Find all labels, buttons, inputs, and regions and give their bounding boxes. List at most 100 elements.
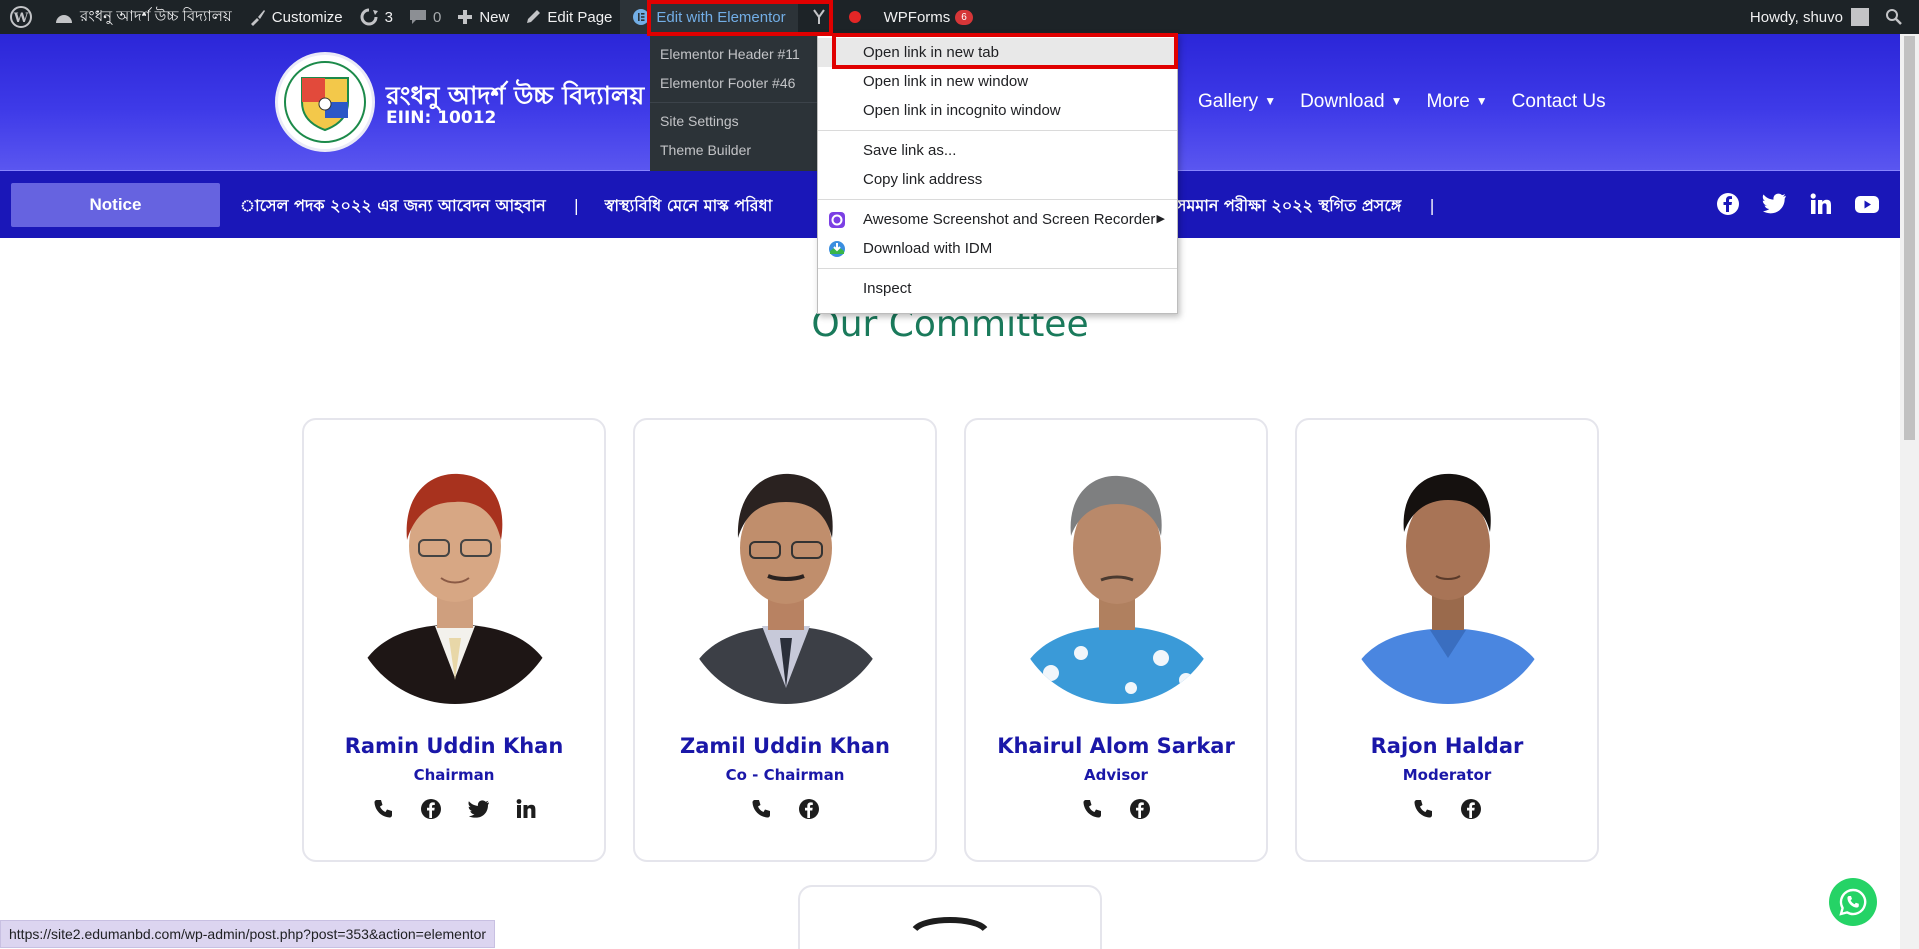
avatar: [1851, 8, 1869, 26]
member-card: Ramin Uddin Khan Chairman: [302, 418, 606, 862]
chevron-down-icon: ▼: [1475, 94, 1488, 108]
ticker-divider: |: [1429, 196, 1435, 215]
customize-label: Customize: [271, 8, 343, 26]
phone-icon[interactable]: [1412, 798, 1434, 820]
new-content-button[interactable]: New: [449, 0, 517, 34]
whatsapp-icon: [1839, 888, 1867, 916]
chevron-down-icon: ▼: [1264, 94, 1277, 108]
wp-admin-bar: W রংধনু আদর্শ উচ্চ বিদ্যালয় Customize 3…: [0, 0, 1919, 34]
facebook-icon[interactable]: [1716, 192, 1740, 216]
comments-button[interactable]: 0: [401, 0, 449, 34]
menu-open-incognito[interactable]: Open link in incognito window: [818, 96, 1177, 125]
seo-indicator[interactable]: [798, 0, 840, 34]
menu-open-new-tab[interactable]: Open link in new tab: [818, 38, 1177, 67]
member-photo: [349, 448, 561, 704]
edit-elementor-label: Edit with Elementor: [656, 8, 786, 26]
member-name: Khairul Alom Sarkar: [997, 734, 1235, 758]
linkedin-icon[interactable]: [516, 798, 536, 820]
notice-item[interactable]: াসেল পদক ২০২২ এর জন্য আবেদন আহবান: [240, 196, 546, 215]
updates-count: 3: [384, 8, 393, 26]
customize-button[interactable]: Customize: [240, 0, 351, 34]
facebook-icon[interactable]: [420, 798, 442, 820]
brush-icon: [250, 10, 265, 26]
menu-awesome-screenshot[interactable]: Awesome Screenshot and Screen Recorder ▶: [818, 205, 1177, 234]
submenu-arrow-icon: ▶: [1156, 213, 1165, 225]
ticker-divider: |: [573, 196, 580, 215]
linkedin-icon[interactable]: [1810, 192, 1832, 216]
updates-icon: [360, 8, 378, 26]
scrollbar-thumb[interactable]: [1904, 36, 1915, 440]
twitter-icon[interactable]: [468, 798, 490, 820]
member-contact-icons: [966, 798, 1266, 820]
facebook-icon[interactable]: [798, 798, 820, 820]
nav-download-label: Download: [1300, 91, 1385, 112]
idm-icon: [829, 241, 845, 257]
member-role: Chairman: [413, 766, 495, 784]
menu-open-new-window[interactable]: Open link in new window: [818, 67, 1177, 96]
member-role: Moderator: [1402, 766, 1492, 784]
svg-text:W: W: [13, 11, 29, 26]
member-contact-icons: [304, 798, 604, 820]
howdy-label: Howdy, shuvo: [1749, 8, 1843, 26]
edit-page-label: Edit Page: [547, 8, 613, 26]
facebook-icon[interactable]: [1460, 798, 1482, 820]
crest-icon: [301, 77, 349, 132]
menu-download-idm[interactable]: Download with IDM: [818, 234, 1177, 263]
social-links: [1716, 192, 1880, 216]
notice-item[interactable]: স্বাস্থ্যবিধি মেনে মাস্ক পরিধা: [605, 196, 773, 215]
menu-copy-link[interactable]: Copy link address: [818, 165, 1177, 194]
status-dot: [840, 0, 876, 34]
comment-icon: [409, 10, 426, 24]
member-card: Zamil Uddin Khan Co - Chairman: [633, 418, 937, 862]
member-photo: [680, 448, 892, 704]
nav-more-label: More: [1426, 91, 1470, 112]
wordpress-icon: W: [10, 6, 32, 28]
nav-gallery-label: Gallery: [1198, 91, 1259, 112]
submenu-header-template[interactable]: Elementor Header #11: [650, 40, 818, 69]
youtube-icon[interactable]: [1854, 192, 1880, 216]
wordpress-logo-button[interactable]: W: [0, 0, 46, 34]
page-scrollbar[interactable]: [1900, 34, 1919, 949]
seo-icon: [812, 9, 825, 24]
school-logo[interactable]: [275, 52, 375, 152]
nav-contact-us[interactable]: Contact Us: [1512, 91, 1606, 113]
nav-gallery[interactable]: Gallery ▼: [1198, 91, 1276, 113]
edit-with-elementor-button[interactable]: Edit with Elementor: [620, 0, 798, 34]
member-role: Co - Chairman: [725, 766, 845, 784]
menu-inspect[interactable]: Inspect: [818, 274, 1177, 303]
nav-download[interactable]: Download ▼: [1300, 91, 1402, 113]
member-contact-icons: [635, 798, 935, 820]
member-name: Rajon Haldar: [1370, 734, 1524, 758]
whatsapp-chat-button[interactable]: [1829, 878, 1877, 926]
phone-icon[interactable]: [1081, 798, 1103, 820]
person-photo: [680, 448, 892, 704]
updates-button[interactable]: 3: [351, 0, 401, 34]
submenu-theme-builder[interactable]: Theme Builder: [650, 136, 818, 165]
submenu-footer-template[interactable]: Elementor Footer #46: [650, 69, 818, 98]
admin-search-button[interactable]: [1877, 0, 1919, 34]
wpforms-button[interactable]: WPForms 6: [876, 0, 981, 34]
edit-page-button[interactable]: Edit Page: [517, 0, 620, 34]
red-dot-icon: [848, 11, 861, 23]
nav-more[interactable]: More ▼: [1426, 91, 1487, 113]
member-card: Khairul Alom Sarkar Advisor: [964, 418, 1268, 862]
menu-divider: [818, 130, 1177, 131]
member-card: Rajon Haldar Moderator: [1295, 418, 1599, 862]
site-name-menu[interactable]: রংধনু আদর্শ উচ্চ বিদ্যালয়: [46, 0, 240, 34]
member-name: Zamil Uddin Khan: [680, 734, 890, 758]
main-navigation: Gallery ▼ Download ▼ More ▼ Contact Us: [1198, 91, 1606, 113]
phone-icon[interactable]: [750, 798, 772, 820]
facebook-icon[interactable]: [1129, 798, 1151, 820]
comments-count: 0: [432, 8, 442, 26]
phone-icon[interactable]: [372, 798, 394, 820]
chevron-down-icon: ▼: [1390, 94, 1403, 108]
person-photo: [1011, 448, 1223, 704]
wpforms-label: WPForms: [883, 8, 951, 26]
wpforms-badge: 6: [955, 9, 973, 25]
plus-icon: [458, 10, 473, 24]
person-photo: [912, 917, 988, 932]
menu-save-link[interactable]: Save link as...: [818, 136, 1177, 165]
my-account-button[interactable]: Howdy, shuvo: [1742, 0, 1877, 34]
twitter-icon[interactable]: [1762, 192, 1788, 216]
submenu-site-settings[interactable]: Site Settings: [650, 107, 818, 136]
